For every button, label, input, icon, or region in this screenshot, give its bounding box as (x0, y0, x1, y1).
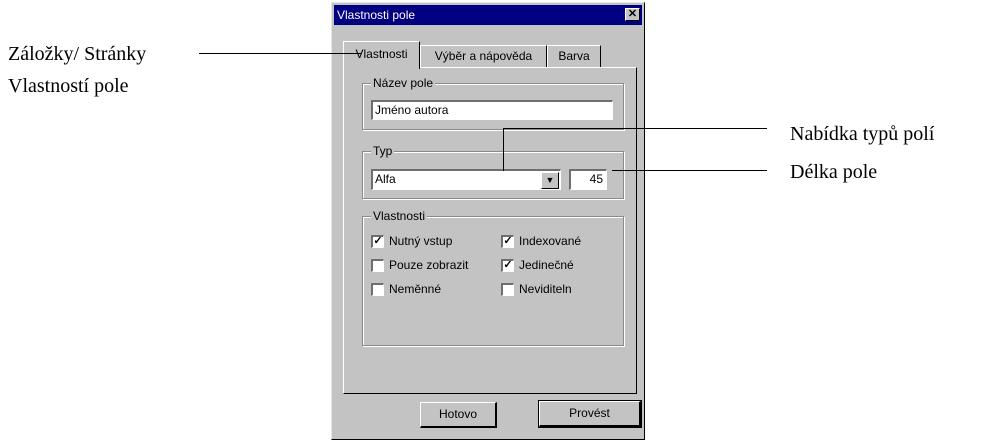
checkbox-label: Jedinečné (519, 258, 574, 272)
dialog-title: Vlastnosti pole (337, 8, 416, 22)
checkbox-indexed[interactable]: ✓ Indexované (501, 234, 582, 249)
callout-field-types: Nabídka typů polí (790, 123, 935, 145)
leader-line-types-v (503, 128, 504, 171)
close-button[interactable]: ✕ (625, 8, 640, 21)
checkbox-box: ✓ (371, 235, 384, 249)
field-name-input[interactable]: Jméno autora (371, 100, 613, 120)
dropdown-button[interactable]: ▼ (541, 172, 559, 189)
checkbox-box (371, 283, 384, 297)
field-name-label: Název pole (371, 76, 436, 90)
type-selected-value: Alfa (375, 172, 396, 186)
callout-tabs-line2: Vlastností pole (8, 75, 129, 97)
checkbox-box (371, 259, 384, 273)
tab-vyber-a-napoveda[interactable]: Výběr a nápověda (420, 45, 547, 67)
type-group: Typ Alfa ▼ 45 (362, 144, 624, 199)
tab-panel: Název pole Jméno autora Typ Alfa ▼ 45 Vl… (343, 67, 637, 394)
checkbox-label: Indexované (519, 234, 582, 248)
checkbox-box: ✓ (501, 235, 514, 249)
execute-button-label: Provést (569, 406, 610, 420)
tab-vlastnosti[interactable]: Vlastnosti (343, 41, 420, 69)
callout-tabs-line1: Záložky/ Stránky (8, 43, 147, 65)
checkbox-label: Nutný vstup (389, 234, 453, 248)
done-button[interactable]: Hotovo (420, 402, 497, 428)
checkbox-invisible[interactable]: Neviditeln (501, 282, 572, 297)
checkbox-label: Neměnné (389, 282, 442, 296)
field-length-input[interactable]: 45 (569, 169, 607, 190)
tab-label: Výběr a nápověda (434, 49, 533, 63)
execute-button[interactable]: Provést (538, 400, 642, 428)
type-select[interactable]: Alfa ▼ (371, 169, 561, 190)
title-bar: Vlastnosti pole ✕ (334, 5, 642, 25)
properties-label: Vlastnosti (371, 209, 428, 223)
chevron-down-icon: ▼ (545, 175, 555, 185)
checkbox-unchangeable[interactable]: Neměnné (371, 282, 442, 297)
checkbox-display-only[interactable]: Pouze zobrazit (371, 258, 469, 273)
done-button-label: Hotovo (438, 407, 478, 421)
field-name-group: Název pole Jméno autora (362, 76, 624, 130)
checkbox-label: Neviditeln (519, 282, 572, 296)
tab-label: Vlastnosti (355, 47, 408, 61)
callout-field-length: Délka pole (790, 161, 878, 183)
checkbox-required[interactable]: ✓ Nutný vstup (371, 234, 453, 249)
leader-line-types-h (503, 128, 767, 129)
checkbox-label: Pouze zobrazit (389, 258, 469, 272)
properties-group: Vlastnosti ✓ Nutný vstup ✓ Indexované Pouz… (362, 209, 624, 346)
tab-label: Barva (558, 49, 590, 63)
checkbox-box (501, 283, 514, 297)
close-icon: ✕ (627, 8, 638, 20)
checkbox-unique[interactable]: ✓ Jedinečné (501, 258, 574, 273)
type-label: Typ (371, 144, 395, 158)
checkbox-box: ✓ (501, 259, 514, 273)
field-properties-dialog: Vlastnosti pole ✕ Vlastnosti Výběr a náp… (331, 2, 645, 440)
leader-line-length (612, 170, 767, 171)
leader-line-tabs (199, 53, 361, 54)
tab-barva[interactable]: Barva (547, 45, 601, 67)
